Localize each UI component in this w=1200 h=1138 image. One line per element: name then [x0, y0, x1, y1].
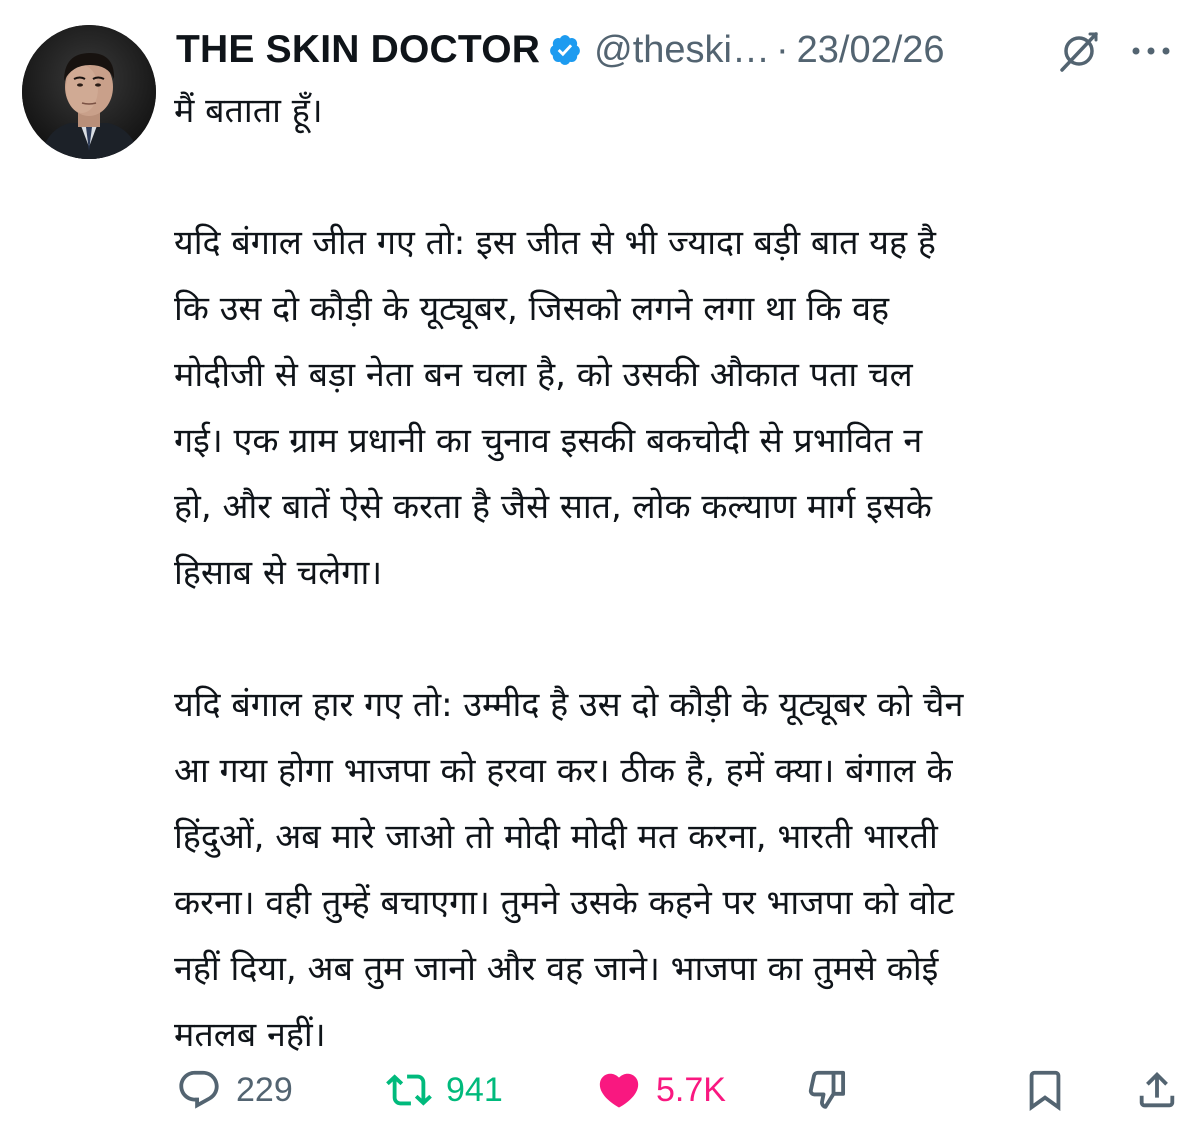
avatar[interactable]: [22, 25, 156, 159]
tweet-paragraph: यदि बंगाल जीत गए तो: इस जीत से भी ज्यादा…: [174, 223, 936, 593]
tweet-card: THE SKIN DOCTOR @theski… · 23/02/26 मैं …: [0, 0, 1200, 1138]
author-handle[interactable]: @theski…: [594, 29, 770, 72]
share-icon: [1139, 1071, 1175, 1108]
reply-count: 229: [236, 1070, 293, 1109]
more-icon[interactable]: [1128, 40, 1174, 62]
retweet-button[interactable]: 941: [386, 1060, 503, 1120]
retweet-icon: [386, 1074, 432, 1106]
tweet-paragraph: यदि बंगाल हार गए तो: उम्मीद है उस दो कौड…: [174, 685, 964, 1055]
dislike-button[interactable]: [804, 1060, 850, 1120]
tweet-paragraph: मैं बताता हूँ।: [174, 91, 323, 131]
reply-button[interactable]: 229: [176, 1060, 293, 1120]
tweet-text: मैं बताता हूँ। यदि बंगाल जीत गए तो: इस ज…: [174, 78, 1184, 1068]
share-button[interactable]: [1134, 1060, 1180, 1120]
like-count: 5.7K: [656, 1070, 726, 1109]
like-button[interactable]: 5.7K: [596, 1060, 726, 1120]
separator-dot: ·: [775, 28, 789, 71]
thumbs-down-icon: [808, 1070, 846, 1109]
verified-badge-icon: [548, 33, 582, 67]
heart-filled-icon: [599, 1073, 639, 1108]
avatar-image: [22, 25, 156, 159]
retweet-count: 941: [446, 1070, 503, 1109]
tweet-header: THE SKIN DOCTOR @theski… · 23/02/26: [176, 22, 1186, 78]
author-display-name[interactable]: THE SKIN DOCTOR: [176, 28, 540, 72]
grok-icon[interactable]: [1056, 28, 1102, 74]
tweet-date[interactable]: 23/02/26: [797, 29, 945, 72]
reply-icon: [179, 1070, 219, 1109]
bookmark-button[interactable]: [1022, 1060, 1068, 1120]
action-bar: 229 941 5.7K: [176, 1060, 1186, 1120]
bookmark-icon: [1029, 1070, 1061, 1111]
